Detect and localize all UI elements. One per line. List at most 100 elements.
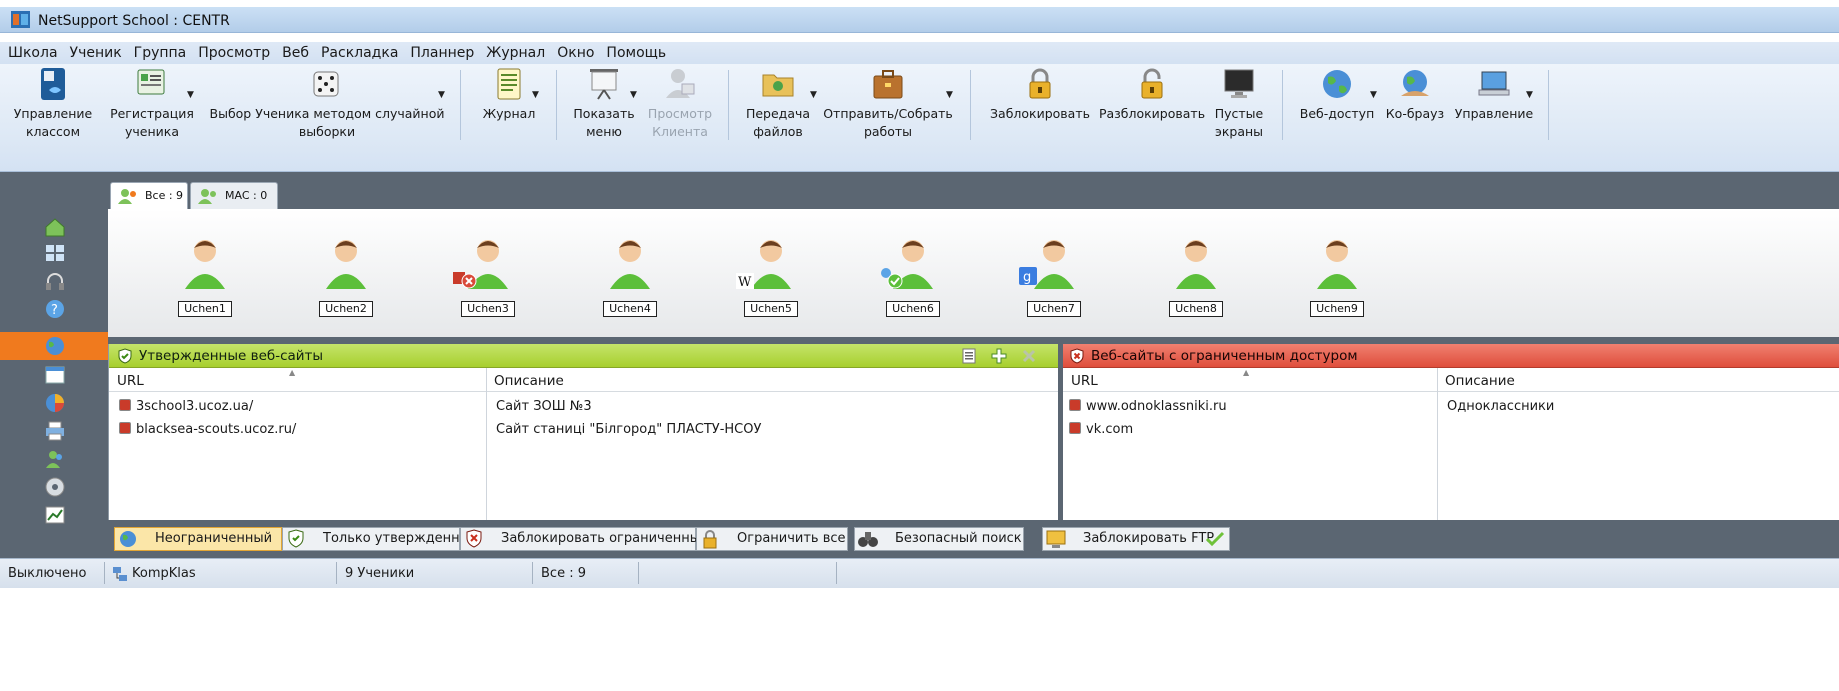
- view-client-label-2: Клиента: [652, 124, 708, 139]
- lock-button[interactable]: Заблокировать: [986, 64, 1094, 148]
- menu-school[interactable]: Школа: [8, 45, 58, 61]
- approved-description: Сайт станиці "Білгород" ПЛАСТУ-НСОУ: [496, 422, 762, 437]
- students-pane: Uchen1 Uchen2 Uchen3 Uchen4 W Uchen5 Uch…: [108, 209, 1839, 337]
- projector-screen-icon: [590, 69, 618, 100]
- unlock-button[interactable]: Разблокировать: [1096, 64, 1208, 148]
- block-restricted-button[interactable]: Заблокировать ограниченные: [460, 527, 708, 551]
- view-client-button[interactable]: Просмотр Клиента: [642, 64, 718, 148]
- manage-class-button[interactable]: Управление классом: [2, 64, 104, 148]
- student-tile[interactable]: Uchen1: [170, 229, 240, 319]
- cobrowse-button[interactable]: Ко-брауз: [1380, 64, 1450, 148]
- toolbar-separator: [1282, 70, 1283, 140]
- menu-planner[interactable]: Планнер: [410, 45, 474, 61]
- student-avatar-icon: [185, 240, 225, 289]
- web-globe-icon[interactable]: [44, 335, 66, 357]
- register-label-1: Регистрация: [110, 106, 194, 121]
- laptop-icon: [1478, 71, 1510, 96]
- students-group-icon: [198, 189, 216, 204]
- student-avatar-icon: [751, 240, 791, 289]
- tab-mac-label: MAC : 0: [225, 189, 268, 202]
- description-column-header[interactable]: Описание: [486, 368, 1059, 392]
- student-tile[interactable]: Uchen3: [453, 229, 523, 319]
- line-chart-icon[interactable]: [44, 504, 66, 526]
- add-icon[interactable]: [990, 347, 1008, 365]
- approved-site-badge-icon: [881, 268, 903, 289]
- restricted-header: Веб-сайты с ограниченным достуром: [1063, 344, 1839, 368]
- main-toolbar: Управление классом ▼ Регистрация ученика ▼…: [0, 64, 1839, 172]
- globe-icon: [120, 531, 136, 547]
- toolbar-separator: [728, 70, 729, 140]
- restricted-url-row[interactable]: www.odnoklassniki.ru: [1069, 399, 1227, 414]
- file-transfer-button[interactable]: ▼ Передача файлов: [738, 64, 818, 148]
- menu-layout[interactable]: Раскладка: [321, 45, 398, 61]
- url-column-header[interactable]: URL ▲: [109, 368, 486, 392]
- restrict-all-button[interactable]: Ограничить все: [696, 527, 848, 551]
- menu-web[interactable]: Веб: [282, 45, 309, 61]
- student-tile[interactable]: Uchen2: [311, 229, 381, 319]
- menu-view[interactable]: Просмотр: [198, 45, 270, 61]
- manage-button[interactable]: ▼ Управление: [1450, 64, 1538, 148]
- restricted-url-row[interactable]: vk.com: [1069, 422, 1133, 437]
- safe-search-label: Безопасный поиск: [895, 531, 1022, 546]
- tab-mac[interactable]: MAC : 0: [190, 182, 278, 210]
- menu-journal[interactable]: Журнал: [486, 45, 545, 61]
- menu-help[interactable]: Помощь: [606, 45, 666, 61]
- url-column-label: URL: [1071, 373, 1098, 389]
- block-ftp-button[interactable]: Заблокировать FTP: [1042, 527, 1230, 551]
- pie-chart-icon[interactable]: [44, 392, 66, 414]
- unrestricted-mode-button[interactable]: Неограниченный: [114, 527, 282, 551]
- journal-button[interactable]: ▼ Журнал: [470, 64, 548, 148]
- lock-icon: [703, 530, 717, 549]
- menu-group[interactable]: Группа: [134, 45, 187, 61]
- globe-icon: [1323, 70, 1351, 98]
- users-icon[interactable]: [44, 448, 66, 470]
- web-access-button[interactable]: ▼ Веб-доступ: [1292, 64, 1382, 148]
- student-avatar-icon: [1176, 240, 1216, 289]
- web-mode-toolbar: Неограниченный Только утвержденные Забло…: [108, 520, 1839, 558]
- approved-only-button[interactable]: Только утвержденные: [282, 527, 478, 551]
- title-strip: [0, 7, 1839, 33]
- student-name: Uchen5: [744, 301, 798, 317]
- block-restricted-label: Заблокировать ограниченные: [501, 531, 708, 546]
- window-title: NetSupport School : CENTR: [38, 13, 230, 29]
- random-label-1: Выбор Ученика методом случайной: [209, 106, 445, 121]
- restricted-description: Одноклассники: [1447, 399, 1555, 414]
- approved-url: blacksea-scouts.ucoz.ru/: [136, 422, 297, 437]
- toolbar-separator: [970, 70, 971, 140]
- help-question-icon[interactable]: ?: [44, 298, 66, 320]
- show-menu-button[interactable]: ▼ Показать меню: [566, 64, 642, 148]
- random-student-button[interactable]: ▼ Выбор Ученика методом случайной выборки: [202, 64, 452, 148]
- tab-all-label: Все : 9: [145, 189, 184, 202]
- binoculars-icon: [858, 532, 878, 547]
- student-tile[interactable]: Uchen6: [878, 229, 948, 319]
- student-tile[interactable]: Uchen4: [595, 229, 665, 319]
- student-avatar-icon: [610, 240, 650, 289]
- menu-window[interactable]: Окно: [557, 45, 594, 61]
- home-icon[interactable]: [44, 216, 66, 238]
- headphones-icon[interactable]: [44, 270, 66, 292]
- printer-icon[interactable]: [44, 420, 66, 442]
- send-collect-button[interactable]: ▼ Отправить/Собрать работы: [818, 64, 958, 148]
- approved-url-row[interactable]: blacksea-scouts.ucoz.ru/: [119, 422, 296, 437]
- safe-search-button[interactable]: Безопасный поиск: [854, 527, 1024, 551]
- google-badge-icon: g: [1019, 267, 1037, 285]
- approved-url-row[interactable]: 3school3.ucoz.ua/: [119, 399, 253, 414]
- register-student-button[interactable]: ▼ Регистрация ученика: [104, 64, 200, 148]
- blank-screens-button[interactable]: Пустые экраны: [1208, 64, 1270, 148]
- delete-icon[interactable]: [1021, 348, 1037, 364]
- title-bar: NetSupport School : CENTR: [0, 0, 1839, 42]
- grid-layout-icon[interactable]: [44, 242, 66, 264]
- student-tile[interactable]: W Uchen5: [736, 229, 806, 319]
- status-computer: KompKlas: [132, 566, 196, 581]
- student-tile[interactable]: g Uchen7: [1019, 229, 1089, 319]
- tab-all[interactable]: Все : 9: [110, 182, 188, 211]
- url-column-header[interactable]: URL ▲: [1063, 368, 1437, 392]
- student-tile[interactable]: Uchen8: [1161, 229, 1231, 319]
- browser-window-icon[interactable]: [44, 364, 66, 386]
- cd-disc-icon[interactable]: [44, 476, 66, 498]
- description-column-header[interactable]: Описание: [1437, 368, 1839, 392]
- list-icon[interactable]: [961, 348, 977, 364]
- student-tile[interactable]: Uchen9: [1302, 229, 1372, 319]
- menu-student[interactable]: Ученик: [70, 45, 122, 61]
- students-group-icon: [118, 189, 136, 204]
